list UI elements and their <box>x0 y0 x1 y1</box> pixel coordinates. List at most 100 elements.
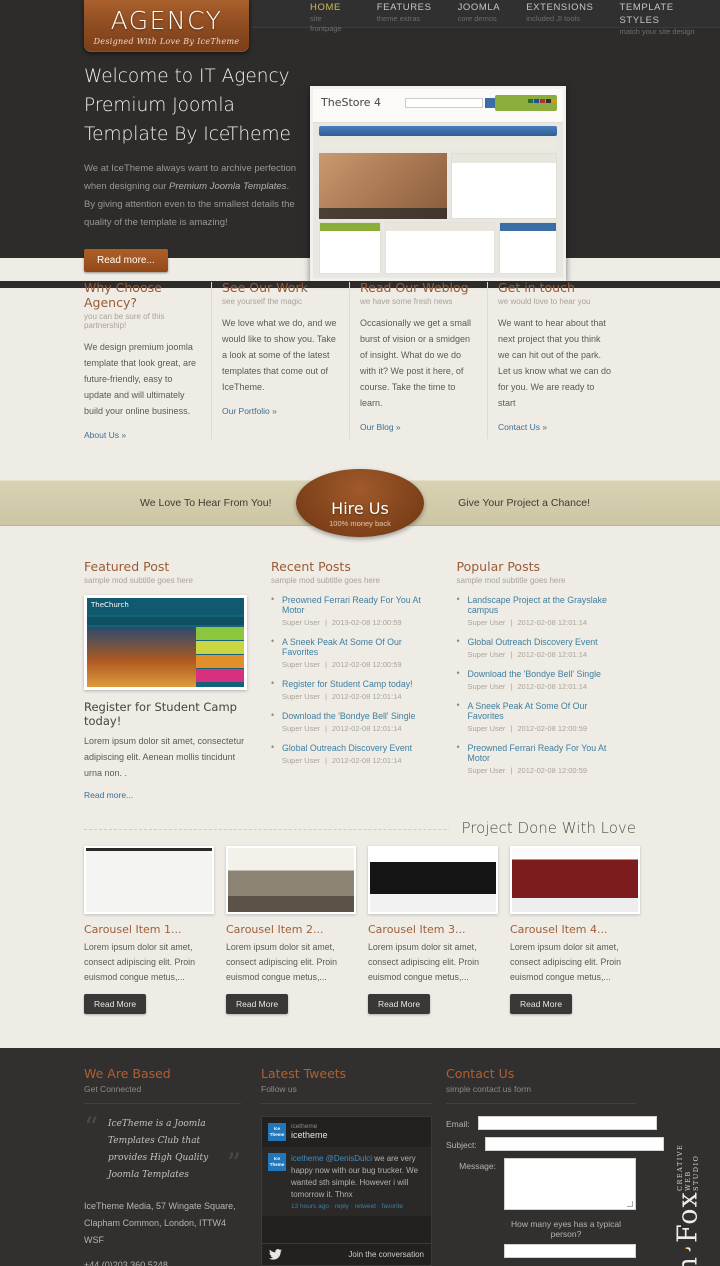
shot-language-flags <box>527 90 557 108</box>
shot-product-of-day <box>451 153 557 219</box>
contact-subject-row: Subject: <box>446 1137 664 1151</box>
feature-link-about-us[interactable]: About Us » <box>84 430 126 440</box>
carousel-title[interactable]: Carousel Item 1... <box>84 923 214 936</box>
list-item: A Sneek Peak At Some Of Our Favorites Su… <box>457 700 619 733</box>
footer-subtitle-tweets: Follow us <box>261 1084 297 1094</box>
carousel-read-more-button[interactable]: Read More <box>510 994 573 1014</box>
hero-read-more-button[interactable]: Read more... <box>84 249 168 272</box>
tweet-body: icetheme @DenisDulci we are very happy n… <box>291 1153 425 1201</box>
message-field[interactable] <box>504 1158 636 1210</box>
post-link[interactable]: Preowned Ferrari Ready For You At Motor <box>282 595 433 615</box>
carousel-read-more-button[interactable]: Read More <box>84 994 147 1014</box>
post-meta: Super User | 2012-02-08 12:01:14 <box>467 682 588 691</box>
nav-item-home[interactable]: HOME site frontpage <box>297 0 364 34</box>
post-link[interactable]: Download the 'Bondye Bell' Single <box>468 669 619 679</box>
list-item: Download the 'Bondye Bell' Single Super … <box>457 668 619 691</box>
site-header: HOME site frontpage FEATURES theme extra… <box>0 0 720 288</box>
post-meta: Super User | 2012-02-08 12:00:59 <box>467 766 588 775</box>
nav-label: HOME <box>310 2 341 13</box>
carousel-thumbnail[interactable] <box>510 846 640 914</box>
post-link[interactable]: Global Outreach Discovery Event <box>282 743 433 753</box>
post-link[interactable]: Landscape Project at the Grayslake campu… <box>468 595 619 615</box>
thumb-photo <box>87 627 196 687</box>
popular-posts-column: Popular Posts sample mod subtitle goes h… <box>451 559 637 803</box>
thumb-body <box>87 627 244 687</box>
nav-background: HOME site frontpage FEATURES theme extra… <box>252 0 720 36</box>
post-author: Super User <box>467 682 506 691</box>
nav-item-features[interactable]: FEATURES theme extras <box>364 0 445 24</box>
hero-para-emphasis: Premium Joomla Templates <box>169 181 287 192</box>
post-link[interactable]: Download the 'Bondye Bell' Single <box>282 711 433 721</box>
site-logo[interactable]: AGENCY Designed With Love By IceTheme <box>84 0 249 52</box>
feature-column-get-in-touch: Get in touch we would love to hear you W… <box>487 280 636 443</box>
featured-post-read-more[interactable]: Read more... <box>84 790 133 800</box>
carousel-thumbnail[interactable] <box>226 846 356 914</box>
tweet-mention[interactable]: @DenisDulci <box>326 1154 372 1163</box>
hero-paragraph: We at IceTheme always want to archive pe… <box>84 160 300 232</box>
post-meta: Super User | 2012-02-08 12:01:14 <box>282 692 402 701</box>
email-label: Email: <box>446 1119 470 1129</box>
list-item: Global Outreach Discovery Event Super Us… <box>271 742 433 765</box>
hero-screenshot-thestore4[interactable]: TheStore 4 <box>310 86 566 281</box>
carousel-thumbnail[interactable] <box>84 846 214 914</box>
nav-sublabel: theme extras <box>376 14 421 23</box>
popular-posts-title: Popular Posts <box>456 559 541 574</box>
join-conversation-link[interactable]: Join the conversation <box>348 1250 424 1259</box>
post-link[interactable]: A Sneek Peak At Some Of Our Favorites <box>282 637 433 657</box>
post-link[interactable]: Global Outreach Discovery Event <box>468 637 619 647</box>
twitter-avatar-icon: Ice Theme <box>268 1153 286 1171</box>
nav-item-template-styles[interactable]: TEMPLATE STYLES match your site design <box>606 0 720 37</box>
carousel-thumbnail[interactable] <box>368 846 498 914</box>
footer-title-tweets: Latest Tweets <box>261 1066 347 1081</box>
tweet-meta[interactable]: 13 hours ago · reply · retweet · favorit… <box>291 1203 425 1210</box>
footer-title-based: We Are Based <box>84 1066 171 1081</box>
feature-title: Get in touch <box>498 280 575 295</box>
recent-posts-subtitle: sample mod subtitle goes here <box>271 576 380 585</box>
projects-divider: Project Done With Love <box>84 819 636 837</box>
list-item: Landscape Project at the Grayslake campu… <box>457 594 619 627</box>
email-field[interactable] <box>477 1116 657 1130</box>
featured-post-headline[interactable]: Register for Student Camp today! <box>84 700 247 728</box>
post-date: 2012-02-08 12:01:14 <box>331 692 402 701</box>
tweet-author[interactable]: icetheme <box>291 1154 323 1163</box>
list-item: Preowned Ferrari Ready For You At Motor … <box>457 742 619 775</box>
post-link[interactable]: Preowned Ferrari Ready For You At Motor <box>468 743 619 763</box>
nav-label: TEMPLATE STYLES <box>619 2 674 26</box>
nav-item-extensions[interactable]: EXTENSIONS included JI tools <box>513 0 606 24</box>
twitter-handle-large[interactable]: icetheme <box>291 1130 328 1140</box>
carousel-text: Lorem ipsum dolor sit amet, consect adip… <box>510 942 621 982</box>
subject-field[interactable] <box>484 1137 664 1151</box>
post-author: Super User <box>282 660 320 669</box>
feature-link-our-portfolio[interactable]: Our Portfolio » <box>222 406 277 416</box>
thumb-header: TheChurch <box>87 598 244 615</box>
featured-post-thumbnail[interactable]: TheChurch <box>84 595 247 690</box>
feature-link-contact-us[interactable]: Contact Us » <box>498 422 547 432</box>
carousel-read-more-button[interactable]: Read More <box>226 994 289 1014</box>
projects-carousel: Carousel Item 1... Lorem ipsum dolor sit… <box>0 830 720 1038</box>
footer-title-contact: Contact Us <box>446 1066 515 1081</box>
projects-heading: Project Done With Love <box>449 819 636 837</box>
popular-posts-list: Landscape Project at the Grayslake campu… <box>457 594 619 775</box>
nav-label: FEATURES <box>376 2 432 13</box>
hire-us-button[interactable]: Hire Us 100% money back <box>296 469 424 537</box>
quote-close-icon: ” <box>226 1147 241 1180</box>
captcha-answer-field[interactable] <box>504 1244 636 1258</box>
post-link[interactable]: Register for Student Camp today! <box>282 679 433 689</box>
hero-section: Welcome to IT Agency Premium Joomla Temp… <box>0 28 720 281</box>
post-link[interactable]: A Sneek Peak At Some Of Our Favorites <box>468 701 619 721</box>
post-author: Super User <box>467 618 506 627</box>
nav-item-joomla[interactable]: JOOMLA core demos <box>445 0 514 24</box>
shot-tagbar <box>319 139 557 150</box>
carousel-title[interactable]: Carousel Item 2... <box>226 923 356 936</box>
feature-link-our-blog[interactable]: Our Blog » <box>360 422 401 432</box>
posts-section: Featured Post sample mod subtitle goes h… <box>0 537 720 803</box>
carousel-read-more-button[interactable]: Read More <box>368 994 431 1014</box>
hire-right-text: Give Your Project a Chance! <box>458 497 590 509</box>
carousel-title[interactable]: Carousel Item 4... <box>510 923 640 936</box>
features-row: Why Choose Agency? you can be sure of th… <box>0 258 720 469</box>
footer-subtitle-based: Get Connected <box>84 1084 142 1094</box>
footer-column-we-are-based: We Are Based Get Connected “ IceTheme is… <box>84 1066 261 1266</box>
carousel-title[interactable]: Carousel Item 3... <box>368 923 498 936</box>
footer-rule <box>446 1103 636 1104</box>
twitter-avatar-icon: Ice Theme <box>268 1123 286 1141</box>
